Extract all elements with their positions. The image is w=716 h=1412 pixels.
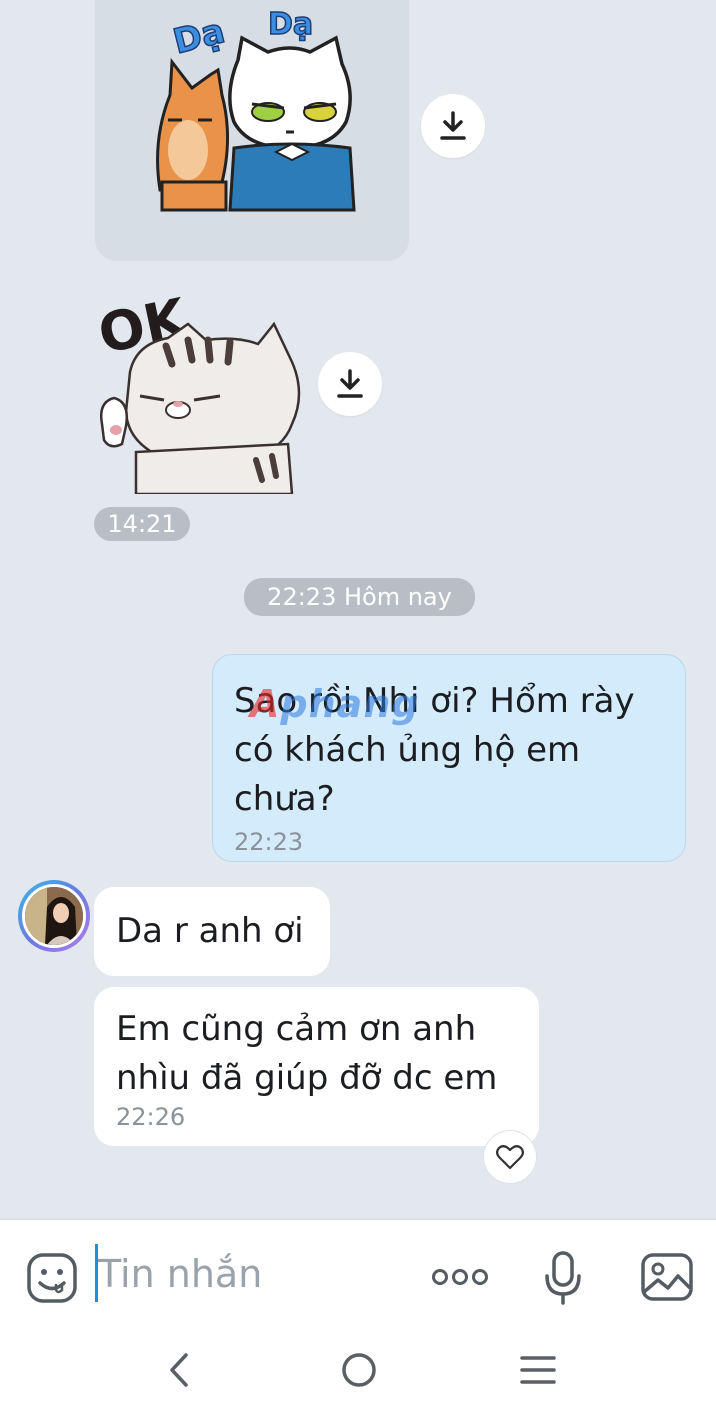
- message-text: Em cũng cảm ơn anh nhìu đã giúp đỡ dc em: [116, 1009, 498, 1098]
- more-button[interactable]: [431, 1262, 489, 1292]
- avatar-photo: [25, 887, 83, 945]
- cats-sticker[interactable]: Dạ Dạ: [150, 0, 360, 215]
- sticker-text-right: Dạ: [268, 7, 313, 42]
- microphone-button[interactable]: [543, 1250, 583, 1306]
- more-icon: [432, 1269, 488, 1285]
- emoji-button[interactable]: [26, 1252, 78, 1304]
- nav-home-button[interactable]: [340, 1350, 378, 1390]
- message-input[interactable]: [98, 1246, 398, 1302]
- ok-cat-sticker[interactable]: OK: [96, 284, 306, 494]
- avatar[interactable]: [18, 880, 90, 952]
- emoji-icon: [27, 1253, 77, 1303]
- sticker-timestamp: 14:21: [94, 507, 190, 541]
- nav-recent-apps-button[interactable]: [518, 1352, 558, 1388]
- heart-icon: [496, 1145, 524, 1170]
- message-time: 22:23: [234, 828, 304, 856]
- back-icon: [170, 1353, 188, 1387]
- home-icon: [342, 1353, 376, 1387]
- download-icon: [440, 111, 466, 140]
- message-text: Da r anh ơi: [116, 911, 304, 951]
- download-icon: [337, 369, 363, 398]
- image-icon: [641, 1253, 693, 1301]
- download-button-2[interactable]: [318, 352, 382, 416]
- nav-back-button[interactable]: [162, 1350, 196, 1390]
- microphone-icon: [545, 1251, 581, 1305]
- incoming-message[interactable]: Da r anh ơi: [94, 887, 330, 976]
- image-button[interactable]: [640, 1252, 694, 1302]
- watermark-logo: Aphang: [250, 682, 420, 726]
- download-button-1[interactable]: [421, 94, 485, 158]
- message-time: 22:26: [116, 1103, 186, 1131]
- incoming-message[interactable]: Em cũng cảm ơn anh nhìu đã giúp đỡ dc em…: [94, 987, 539, 1146]
- date-separator: 22:23 Hôm nay: [244, 578, 475, 616]
- recent-apps-icon: [520, 1356, 556, 1384]
- react-heart-button[interactable]: [484, 1131, 536, 1183]
- sticker-text-left: Dạ: [169, 11, 228, 62]
